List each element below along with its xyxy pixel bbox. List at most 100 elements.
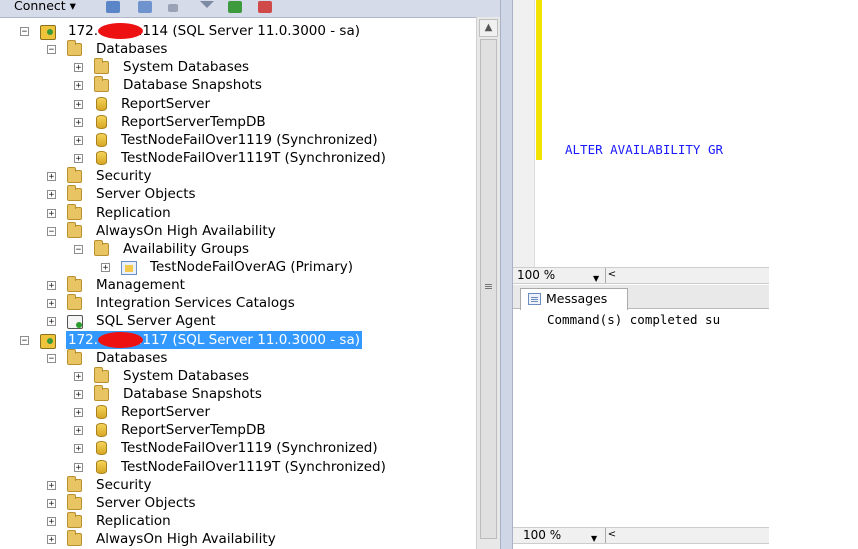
database-node-label[interactable]: TestNodeFailOver1119 (Synchronized) <box>121 439 378 457</box>
expand-icon[interactable]: + <box>74 408 83 418</box>
scroll-up-button[interactable]: ▲ <box>479 19 498 37</box>
tree-row[interactable]: + SQL Server Agent <box>0 312 476 330</box>
tree-row[interactable]: + ReportServerTempDB <box>0 421 476 439</box>
chevron-down-icon[interactable]: ▼ <box>593 271 599 286</box>
collapse-icon[interactable]: − <box>47 226 56 236</box>
remove-icon[interactable] <box>258 1 272 13</box>
collapse-icon[interactable]: − <box>20 27 29 37</box>
tree-row[interactable]: + ReportServerTempDB <box>0 113 476 131</box>
editor-code-line[interactable]: ALTER AVAILABILITY GR <box>565 142 723 157</box>
query-editor[interactable]: ALTER AVAILABILITY GR <box>513 0 769 267</box>
tree-row[interactable]: + System Databases <box>0 366 476 385</box>
tree-row[interactable]: + ReportServer <box>0 403 476 421</box>
stop-icon[interactable] <box>168 4 178 12</box>
sql-server-agent-node-label[interactable]: SQL Server Agent <box>96 312 216 330</box>
availability-groups-folder-label[interactable]: Availability Groups <box>123 240 249 258</box>
disconnect-icon[interactable] <box>138 1 152 13</box>
tree-row[interactable]: + Server Objects <box>0 493 476 512</box>
tree-row[interactable]: + System Databases <box>0 58 476 76</box>
connect-button[interactable]: Connect ▾ <box>14 0 76 13</box>
expand-icon[interactable]: + <box>74 444 83 454</box>
tree-row-server[interactable]: − 172. .114 (SQL Server 11.0.3000 - sa) <box>0 22 476 40</box>
expand-icon[interactable]: + <box>47 299 56 309</box>
tree-row[interactable]: + AlwaysOn High Availability <box>0 530 476 548</box>
availability-group-node-label[interactable]: TestNodeFailOverAG (Primary) <box>150 258 353 276</box>
tree-row[interactable]: + Replication <box>0 203 476 222</box>
expand-icon[interactable]: + <box>74 81 83 91</box>
expand-icon[interactable]: + <box>74 135 83 145</box>
chevron-down-icon[interactable]: ▼ <box>591 531 597 546</box>
scroll-left-icon[interactable]: < <box>605 528 618 543</box>
expand-icon[interactable]: + <box>47 190 56 200</box>
tree-row[interactable]: − Databases <box>0 40 476 58</box>
expand-icon[interactable]: + <box>74 154 83 164</box>
database-node-label[interactable]: ReportServer <box>121 95 210 113</box>
tree-row[interactable]: + ReportServer <box>0 95 476 113</box>
collapse-icon[interactable]: − <box>47 353 56 363</box>
expand-icon[interactable]: + <box>74 426 83 436</box>
expand-icon[interactable]: + <box>74 99 83 109</box>
folder-node-label[interactable]: Database Snapshots <box>123 76 262 94</box>
scrollbar-thumb[interactable]: ≡ <box>480 39 497 539</box>
tree-row[interactable]: + Database Snapshots <box>0 76 476 94</box>
tree-row[interactable]: + Server Objects <box>0 185 476 203</box>
filter-icon[interactable] <box>200 1 214 8</box>
tree-row[interactable]: + TestNodeFailOverAG (Primary) <box>0 258 476 276</box>
database-node-label[interactable]: TestNodeFailOver1119T (Synchronized) <box>121 458 386 476</box>
scroll-left-icon[interactable]: < <box>605 268 618 283</box>
collapse-icon[interactable]: − <box>47 45 56 55</box>
tree-row[interactable]: + Replication <box>0 512 476 530</box>
tree-row[interactable]: + TestNodeFailOver1119T (Synchronized) <box>0 149 476 167</box>
expand-icon[interactable]: + <box>47 208 56 218</box>
security-folder-label[interactable]: Security <box>96 167 151 185</box>
tree-row-server[interactable]: − 172. .117 (SQL Server 11.0.3000 - sa) <box>0 330 476 349</box>
alwayson-folder-label[interactable]: AlwaysOn High Availability <box>96 530 276 548</box>
tree-row[interactable]: + TestNodeFailOver1119T (Synchronized) <box>0 458 476 476</box>
database-node-label[interactable]: TestNodeFailOver1119T (Synchronized) <box>121 149 386 167</box>
collapse-icon[interactable]: − <box>20 335 29 345</box>
alwayson-folder-label[interactable]: AlwaysOn High Availability <box>96 222 276 240</box>
tree-row[interactable]: + Database Snapshots <box>0 385 476 403</box>
integration-services-folder-label[interactable]: Integration Services Catalogs <box>96 294 295 312</box>
tree-row[interactable]: − Availability Groups <box>0 239 476 258</box>
tree-row[interactable]: + Security <box>0 475 476 494</box>
expand-icon[interactable]: + <box>74 462 83 472</box>
expand-icon[interactable]: + <box>101 262 110 272</box>
tree-row[interactable]: + Management <box>0 276 476 294</box>
refresh-icon[interactable] <box>228 1 242 13</box>
replication-folder-label[interactable]: Replication <box>96 204 171 222</box>
databases-folder-label[interactable]: Databases <box>96 40 167 58</box>
pane-splitter[interactable] <box>500 0 513 549</box>
expand-icon[interactable]: + <box>74 63 83 73</box>
replication-folder-label[interactable]: Replication <box>96 512 171 530</box>
tree-row[interactable]: + Security <box>0 167 476 185</box>
tree-row[interactable]: + TestNodeFailOver1119 (Synchronized) <box>0 131 476 149</box>
expand-icon[interactable]: + <box>47 535 56 545</box>
expand-icon[interactable]: + <box>47 172 56 182</box>
tree-row[interactable]: − Databases <box>0 348 476 367</box>
tab-messages[interactable]: Messages <box>520 288 628 310</box>
expand-icon[interactable]: + <box>74 371 83 381</box>
vertical-scrollbar[interactable]: ▲ ≡ <box>476 17 500 549</box>
results-zoom-value[interactable]: 100 % <box>523 528 561 543</box>
management-folder-label[interactable]: Management <box>96 276 185 294</box>
database-node-label[interactable]: ReportServerTempDB <box>121 113 266 131</box>
security-folder-label[interactable]: Security <box>96 476 151 494</box>
expand-icon[interactable]: + <box>47 317 56 327</box>
expand-icon[interactable]: + <box>74 117 83 127</box>
server-objects-folder-label[interactable]: Server Objects <box>96 494 196 512</box>
tree-row[interactable]: + TestNodeFailOver1119 (Synchronized) <box>0 439 476 457</box>
server-objects-folder-label[interactable]: Server Objects <box>96 185 196 203</box>
expand-icon[interactable]: + <box>47 281 56 291</box>
databases-folder-label[interactable]: Databases <box>96 349 167 367</box>
connect-object-explorer-icon[interactable] <box>106 1 120 13</box>
collapse-icon[interactable]: − <box>74 244 83 254</box>
expand-icon[interactable]: + <box>47 480 56 490</box>
folder-node-label[interactable]: System Databases <box>123 58 249 76</box>
expand-icon[interactable]: + <box>47 517 56 527</box>
folder-node-label[interactable]: Database Snapshots <box>123 385 262 403</box>
tree-row[interactable]: − AlwaysOn High Availability <box>0 221 476 240</box>
folder-node-label[interactable]: System Databases <box>123 367 249 385</box>
database-node-label[interactable]: ReportServer <box>121 403 210 421</box>
expand-icon[interactable]: + <box>74 390 83 400</box>
